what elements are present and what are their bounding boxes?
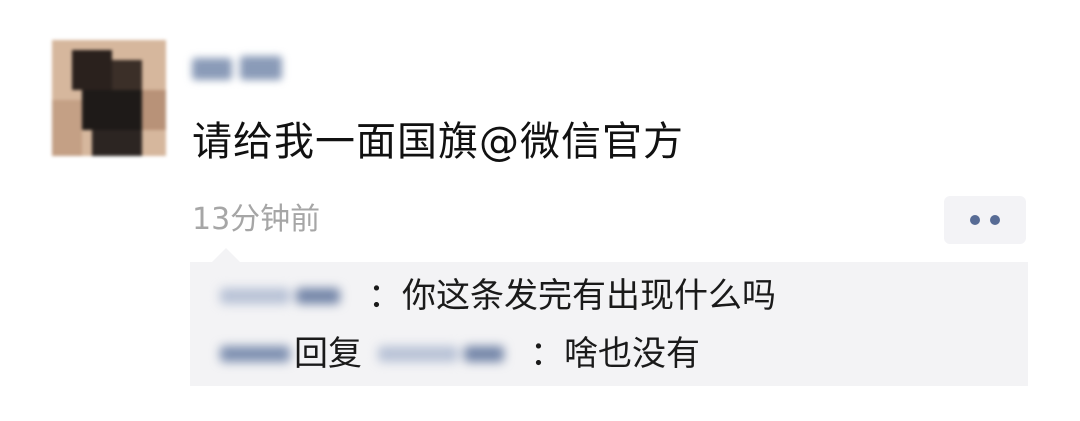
post-text: 请给我一面国旗@微信官方 bbox=[192, 119, 684, 165]
more-dots-icon bbox=[970, 215, 980, 225]
comment-text: ：你这条发完有出现什么吗 bbox=[368, 276, 776, 316]
more-button[interactable] bbox=[944, 196, 1026, 244]
commenter-name-blurred[interactable] bbox=[216, 340, 296, 368]
comment-row[interactable]: ：你这条发完有出现什么吗 bbox=[190, 268, 1028, 324]
reply-target-name-blurred[interactable] bbox=[374, 340, 524, 368]
reply-label: 回复 bbox=[294, 334, 362, 374]
comment-row[interactable]: 回复 ：啥也没有 bbox=[190, 326, 1028, 382]
more-dots-icon bbox=[990, 215, 1000, 225]
avatar[interactable] bbox=[52, 40, 166, 156]
comment-box: ：你这条发完有出现什么吗 回复 ：啥也没有 bbox=[190, 248, 1028, 386]
comment-text: ：啥也没有 bbox=[530, 334, 700, 374]
author-name-blurred[interactable] bbox=[192, 48, 286, 88]
commenter-name-blurred[interactable] bbox=[216, 282, 346, 310]
post-timestamp: 13分钟前 bbox=[192, 202, 321, 237]
moments-post: 请给我一面国旗@微信官方 13分钟前 ：你这条发完有出现什么吗 回复 ：啥也没有 bbox=[0, 0, 1080, 421]
